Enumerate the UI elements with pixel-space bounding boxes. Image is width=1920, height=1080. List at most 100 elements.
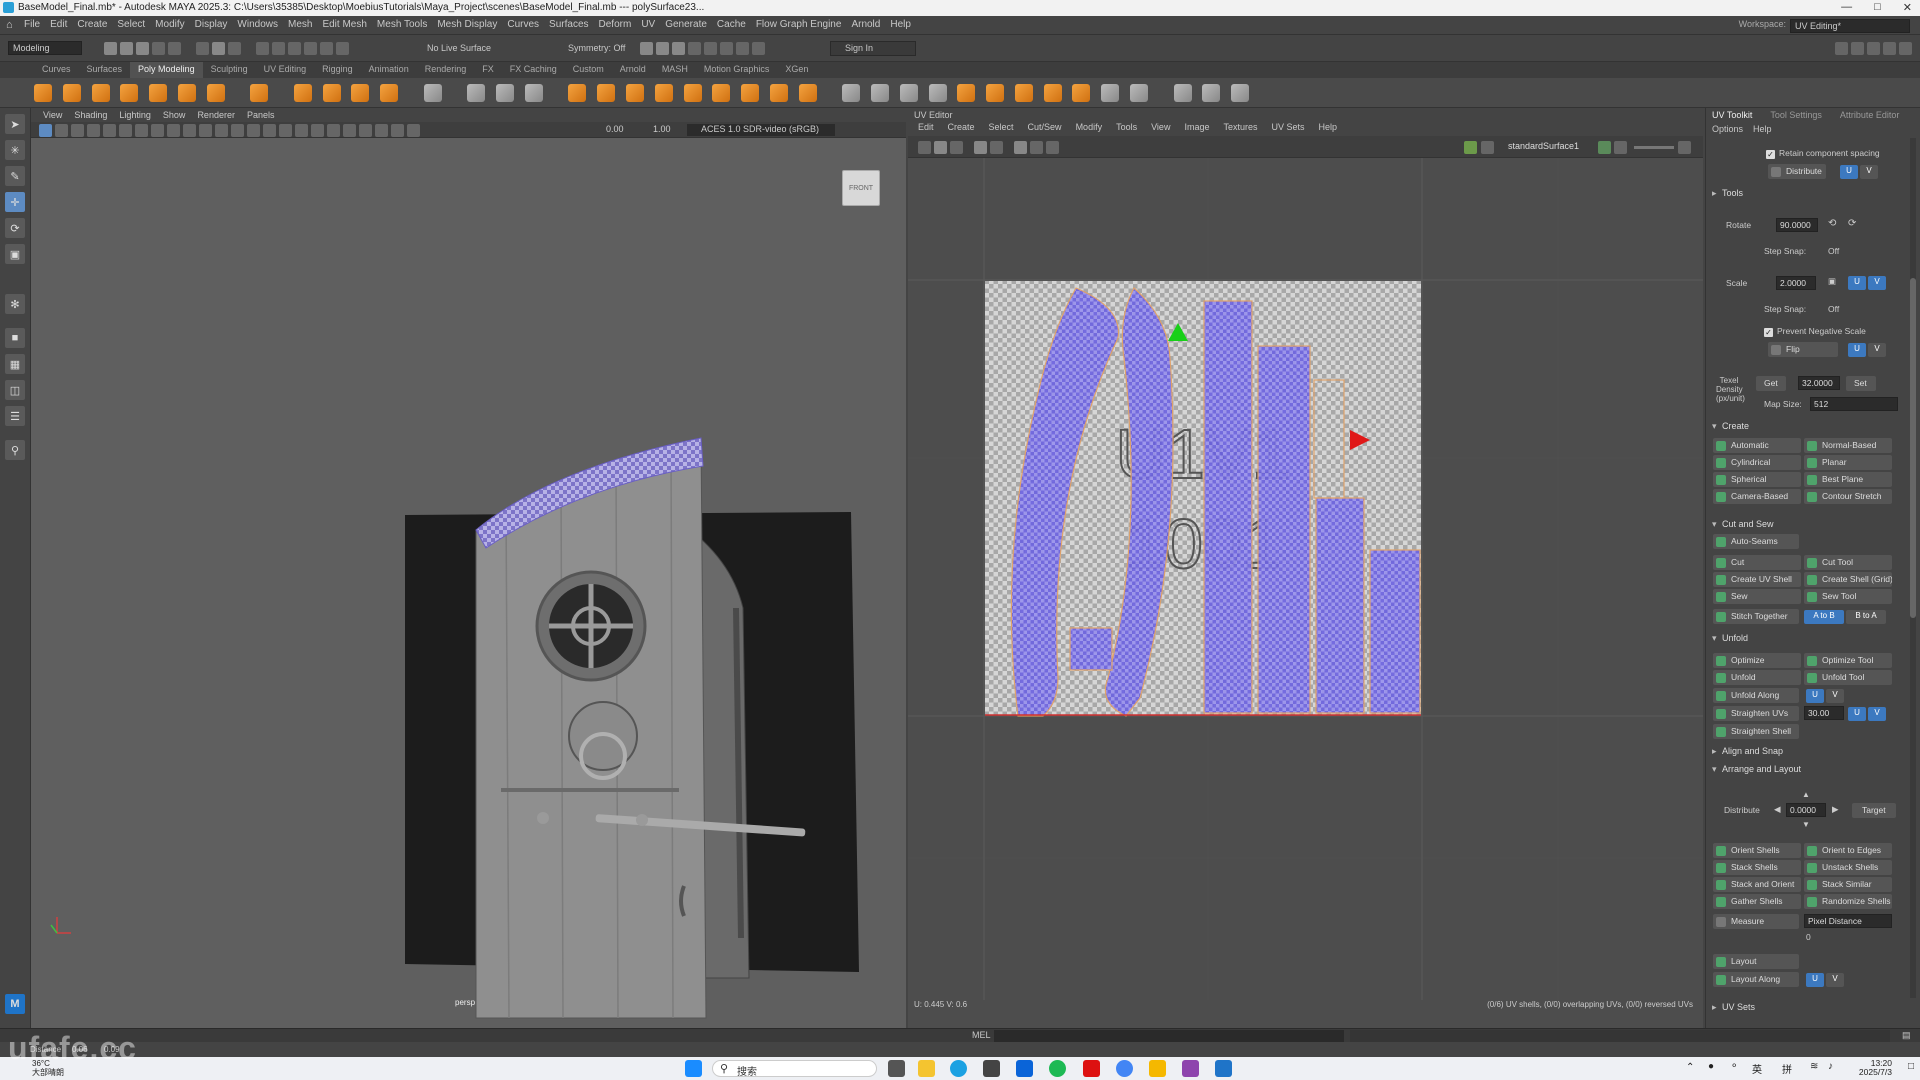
automatic-button[interactable]: Automatic: [1713, 438, 1801, 453]
gate-mask-icon[interactable]: [151, 124, 164, 137]
zoom-search-icon[interactable]: ⚲: [5, 440, 25, 460]
map-size-field[interactable]: 512: [1810, 397, 1898, 411]
menu-mesh[interactable]: Mesh: [288, 19, 312, 30]
spotify-icon[interactable]: [1049, 1060, 1066, 1077]
texel-density-field[interactable]: 32.0000: [1798, 376, 1840, 390]
transform-tool-icon[interactable]: ✻: [5, 294, 25, 314]
cut-button[interactable]: Cut: [1713, 555, 1801, 570]
layout-button[interactable]: Layout: [1713, 954, 1799, 969]
uv-borders-icon[interactable]: [990, 141, 1003, 154]
menu-surfaces[interactable]: Surfaces: [549, 19, 588, 30]
uv-menu-textures[interactable]: Textures: [1223, 122, 1257, 136]
scale-u-button[interactable]: U: [1848, 276, 1866, 290]
center-pivot-icon[interactable]: [1202, 84, 1221, 102]
camera-icon[interactable]: [752, 42, 765, 55]
menu-create[interactable]: Create: [77, 19, 107, 30]
create-shell-grid-button[interactable]: Create Shell (Grid): [1804, 572, 1892, 587]
poly-cone-icon[interactable]: [120, 84, 139, 102]
union-icon[interactable]: [568, 84, 587, 102]
difference-icon[interactable]: [597, 84, 616, 102]
menu-select[interactable]: Select: [117, 19, 145, 30]
uv-menu-help[interactable]: Help: [1319, 122, 1338, 136]
windows-start-icon[interactable]: [685, 1060, 702, 1077]
menu-edit[interactable]: Edit: [50, 19, 67, 30]
shelf-tab-rigging[interactable]: Rigging: [314, 62, 361, 78]
scale-field[interactable]: 2.0000: [1776, 276, 1816, 290]
render-frame-icon[interactable]: [640, 42, 653, 55]
uv-shaded-icon[interactable]: [934, 141, 947, 154]
uv-image-icon[interactable]: [1046, 141, 1059, 154]
straighten-shell-button[interactable]: Straighten Shell: [1713, 724, 1799, 739]
uv-shell-strip-1[interactable]: [1203, 300, 1253, 714]
shelf-tab-fx-caching[interactable]: FX Caching: [502, 62, 565, 78]
ipr-render-icon[interactable]: [672, 42, 685, 55]
uv-menu-modify[interactable]: Modify: [1076, 122, 1103, 136]
rotate-step-snap-value[interactable]: Off: [1828, 246, 1839, 256]
mode-dropdown[interactable]: Modeling: [8, 41, 82, 55]
select-component-icon[interactable]: [228, 42, 241, 55]
snap-view-icon[interactable]: [304, 42, 317, 55]
menu-generate[interactable]: Generate: [665, 19, 707, 30]
layout-four-pane-icon[interactable]: ▦: [5, 354, 25, 374]
grid-toggle-icon[interactable]: [103, 124, 116, 137]
snap-point-icon[interactable]: [288, 42, 301, 55]
menu-uv[interactable]: UV: [641, 19, 655, 30]
workspace-dropdown[interactable]: UV Editing*: [1790, 19, 1910, 33]
wedge-icon[interactable]: [1101, 84, 1120, 102]
menu-mesh-display[interactable]: Mesh Display: [437, 19, 497, 30]
viewport-menu-renderer[interactable]: Renderer: [197, 110, 235, 122]
straighten-uvs-button[interactable]: Straighten UVs: [1713, 706, 1799, 721]
ambient-occlusion-icon[interactable]: [311, 124, 324, 137]
edge-browser-icon[interactable]: [950, 1060, 967, 1077]
tools-section[interactable]: ▸ Tools: [1712, 188, 1908, 202]
slide-edge-icon[interactable]: [1043, 84, 1062, 102]
chrome-icon[interactable]: [1116, 1060, 1133, 1077]
distribute-top-v-button[interactable]: V: [1860, 165, 1878, 179]
toolkit-scrollbar[interactable]: [1910, 138, 1916, 998]
poly-text-icon[interactable]: [351, 84, 370, 102]
create-uv-shell-button[interactable]: Create UV Shell: [1713, 572, 1801, 587]
uv-editor-panel[interactable]: UV Editor Edit Create Select Cut/Sew Modify T…: [908, 108, 1703, 1028]
rotate-tool-icon[interactable]: ⟳: [5, 218, 25, 238]
sew-tool-button[interactable]: Sew Tool: [1804, 589, 1892, 604]
smooth-icon[interactable]: [524, 84, 543, 102]
snap-surface-icon[interactable]: [320, 42, 333, 55]
extrude-icon[interactable]: [625, 84, 644, 102]
poly-sphere-icon[interactable]: [34, 84, 52, 102]
normal-based-button[interactable]: Normal-Based: [1804, 438, 1892, 453]
align-snap-section[interactable]: ▸ Align and Snap: [1712, 746, 1908, 760]
ime-mode[interactable]: 拼: [1782, 1061, 1792, 1076]
rotate-field[interactable]: 90.0000: [1776, 218, 1818, 232]
gamma-field[interactable]: 1.00: [653, 124, 671, 134]
uv-menu-cut-sew[interactable]: Cut/Sew: [1028, 122, 1062, 136]
uv-exposure-icon[interactable]: [1598, 141, 1611, 154]
measure-mode-dropdown[interactable]: Pixel Distance: [1804, 914, 1892, 928]
layout-two-pane-icon[interactable]: ◫: [5, 380, 25, 400]
distribute-top-u-button[interactable]: U: [1840, 165, 1858, 179]
toolkit-menu-options[interactable]: Options: [1712, 124, 1743, 134]
flip-v-button[interactable]: V: [1868, 343, 1886, 357]
layout-along-button[interactable]: Layout Along: [1713, 972, 1799, 987]
layout-channel-icon[interactable]: [1851, 42, 1864, 55]
shelf-tab-surfaces[interactable]: Surfaces: [79, 62, 131, 78]
unfold-along-v-button[interactable]: V: [1826, 689, 1844, 703]
script-editor-icon[interactable]: ▤: [1902, 1030, 1911, 1041]
home-icon[interactable]: ⌂: [6, 19, 13, 31]
scale-step-snap-value[interactable]: Off: [1828, 304, 1839, 314]
uv-canvas[interactable]: U1V1 1001: [908, 158, 1703, 1000]
viewport-menu-shading[interactable]: Shading: [74, 110, 107, 122]
exposure-field[interactable]: 0.00: [606, 124, 624, 134]
poly-plane-icon[interactable]: [177, 84, 196, 102]
cut-tool-button[interactable]: Cut Tool: [1804, 555, 1892, 570]
bridge-icon[interactable]: [654, 84, 673, 102]
folder-app-icon[interactable]: [1182, 1060, 1199, 1077]
viewport-menu-view[interactable]: View: [43, 110, 62, 122]
layout-attribute-icon[interactable]: [1867, 42, 1880, 55]
distribute-right-arrow-icon[interactable]: ▶: [1832, 804, 1839, 815]
viewport-menu-panels[interactable]: Panels: [247, 110, 275, 122]
texel-get-button[interactable]: Get: [1756, 376, 1786, 391]
rotate-ccw-icon[interactable]: ⟲: [1828, 218, 1836, 229]
tray-app-icon[interactable]: ●: [1708, 1061, 1714, 1072]
layout-single-icon[interactable]: [1835, 42, 1848, 55]
shelf-tab-poly-modeling[interactable]: Poly Modeling: [130, 62, 203, 78]
